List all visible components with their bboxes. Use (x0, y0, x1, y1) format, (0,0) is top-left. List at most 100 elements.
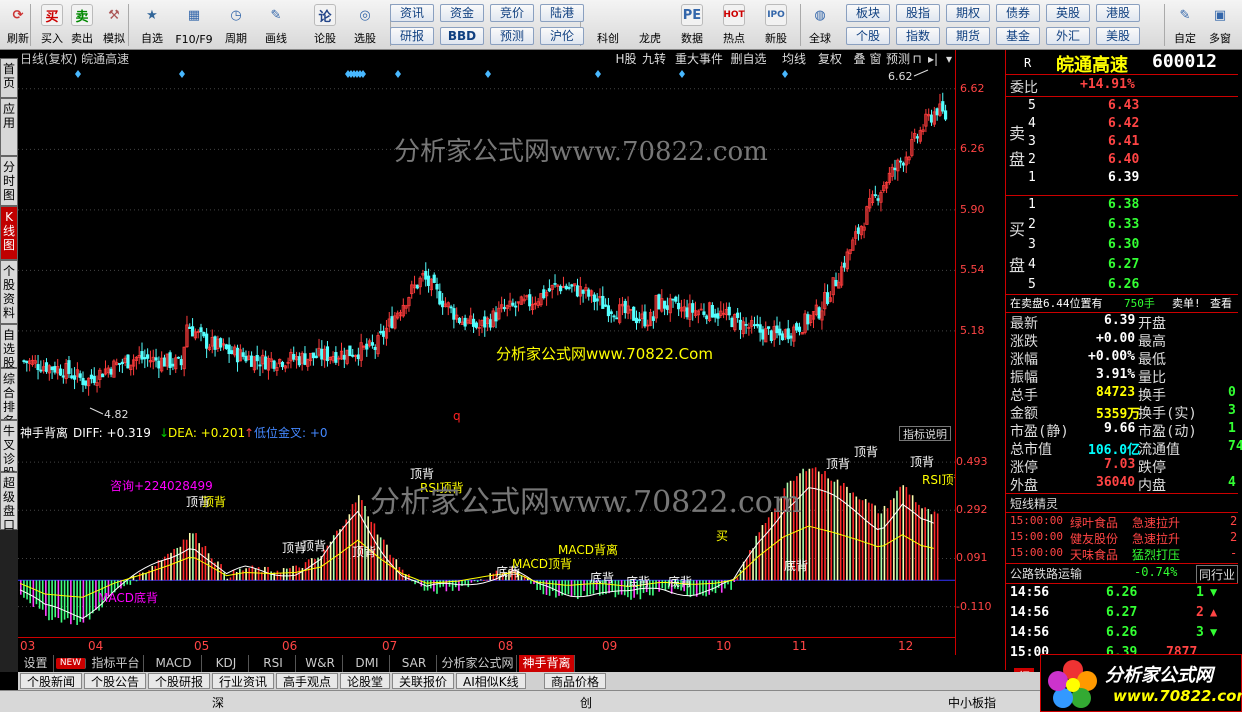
left-tab[interactable]: 首页 (0, 58, 18, 98)
menu-button[interactable]: 基金 (996, 27, 1040, 45)
indicator-help-button[interactable]: 指标说明 (899, 426, 951, 441)
indicator-tab[interactable]: DMI (345, 655, 390, 672)
toolbar-star-market-button[interactable]: 科创 (590, 2, 626, 48)
left-tab[interactable]: 应用 (0, 98, 18, 156)
indicator-tabs: 设置 NEW 指标平台 MACD KDJ RSI W&R DMI SAR 分析家公式网 神手背离 (18, 655, 955, 672)
macd-bar (896, 490, 898, 581)
left-tab[interactable]: K线图 (0, 206, 18, 260)
menu-button[interactable]: 研报 (390, 27, 434, 45)
star-market-icon (597, 4, 619, 26)
sell-level-num: 2 (1028, 152, 1036, 167)
menu-button[interactable]: 美股 (1096, 27, 1140, 45)
macd-bar (545, 580, 548, 595)
toolbar-data-button[interactable]: PE 数据 (674, 2, 710, 48)
toolbar-favorite-button[interactable]: ★ 自选 (134, 2, 170, 48)
indicator-name[interactable]: 神手背离 (20, 425, 68, 442)
indicator-chart[interactable]: 咨询+224028499顶背顶背顶背顶背 顶背顶背RSI顶背底背MACD底背MAC… (18, 442, 955, 637)
toolbar-sell-button[interactable]: 卖卖出 (64, 2, 100, 48)
chart-header-button[interactable]: 删自选 (726, 51, 771, 67)
toolbar-multi-window-button[interactable]: ▣ 多窗 (1202, 2, 1238, 48)
candle-body (727, 306, 731, 316)
left-tab[interactable]: 自选股 (0, 324, 18, 370)
menu-button[interactable]: 资讯 (390, 4, 434, 22)
order-notice-link[interactable]: 查看 (1210, 295, 1232, 311)
menu-button[interactable]: 债券 (996, 4, 1040, 22)
left-tab[interactable]: 个股资料 (0, 260, 18, 324)
chart-header-button[interactable]: 均线 (778, 51, 810, 67)
lock-icon[interactable]: ⊓ (910, 51, 924, 67)
toolbar-draw-button[interactable]: ✎ 画线 (258, 2, 294, 48)
toolbar-hotspot-button[interactable]: HOT 热点 (716, 2, 752, 48)
chart-header-button[interactable]: 复权 (814, 51, 846, 67)
toolbar-ipo-button[interactable]: IPO 新股 (758, 2, 794, 48)
menu-button[interactable]: 沪伦 (540, 27, 584, 45)
left-tab[interactable]: 综合排名 (0, 368, 18, 428)
menu-button[interactable]: 指数 (896, 27, 940, 45)
info-tab[interactable]: 行业资讯 (212, 673, 275, 689)
left-tab[interactable]: 牛叉诊股 (0, 420, 18, 480)
toolbar-discuss-button[interactable]: 论论股 (307, 2, 343, 48)
info-tab[interactable]: 商品价格 (544, 673, 607, 689)
info-tab[interactable]: 个股研报 (148, 673, 211, 689)
toolbar-custom-button[interactable]: ✎ 自定 (1168, 2, 1202, 48)
indicator-tab[interactable]: RSI (251, 655, 296, 672)
macd-bar (179, 546, 182, 581)
info-tab[interactable]: 论股堂 (340, 673, 391, 689)
simulate-icon: ⚒ (108, 7, 120, 23)
toolbar-f10-button[interactable]: ▦ F10/F9 (172, 2, 216, 48)
indicator-tab[interactable]: 神手背离 (519, 655, 575, 672)
stat-value-2: 3 (1228, 403, 1236, 418)
menu-button[interactable]: 外汇 (1046, 27, 1090, 45)
menu-button[interactable]: 期权 (946, 4, 990, 22)
menu-button[interactable]: 个股 (846, 27, 890, 45)
sell-level-price: 6.41 (1108, 134, 1140, 149)
divider (1006, 74, 1238, 75)
next-icon[interactable]: ▸| (926, 51, 940, 67)
r-badge: R (1024, 56, 1032, 70)
menu-button[interactable]: 预测 (490, 27, 534, 45)
cross-label: 低位金叉: +0 (254, 426, 328, 440)
info-tab[interactable]: 高手观点 (276, 673, 339, 689)
info-tab[interactable]: 个股新闻 (20, 673, 83, 689)
menu-button[interactable]: 资金 (440, 4, 484, 22)
menu-button[interactable]: 期货 (946, 27, 990, 45)
menu-button[interactable]: 英股 (1046, 4, 1090, 22)
macd-bar (476, 580, 479, 582)
indicator-tab[interactable]: 分析家公式网 (439, 655, 517, 672)
new-badge[interactable]: NEW (56, 658, 86, 669)
indicator-tab[interactable]: KDJ (204, 655, 249, 672)
macd-bar (583, 580, 585, 592)
toolbar-period-button[interactable]: ◷ 周期 (218, 2, 254, 48)
indicator-tab[interactable]: SAR (392, 655, 437, 672)
info-tab[interactable]: AI相似K线 (456, 673, 526, 689)
kline-chart[interactable]: 6.62 4.82 q 分析家公式网www.70822.com 分析家公式网www.70… (18, 68, 955, 424)
chart-header-button[interactable]: 九转 (638, 51, 670, 67)
macd-bar (176, 547, 179, 581)
menu-button[interactable]: 竞价 (490, 4, 534, 22)
stat-label: 涨幅 (1010, 352, 1038, 368)
menu-button[interactable]: 板块 (846, 4, 890, 22)
info-tab[interactable]: 关联报价 (392, 673, 455, 689)
industry-link-button[interactable]: 同行业 (1196, 565, 1239, 584)
dropdown-icon[interactable]: ▾ (942, 51, 956, 67)
toolbar-pick-button[interactable]: ◎ 选股 (347, 2, 383, 48)
indicator-tab[interactable]: MACD (146, 655, 202, 672)
macd-bar (702, 580, 704, 596)
left-tab[interactable]: 分时图 (0, 156, 18, 206)
indicator-tab[interactable]: W&R (298, 655, 343, 672)
menu-button[interactable]: BBD (440, 27, 484, 45)
chart-header-button[interactable]: 重大事件 (670, 51, 728, 67)
info-tab[interactable]: 个股公告 (84, 673, 147, 689)
menu-button[interactable]: 股指 (896, 4, 940, 22)
toolbar-simulate-button[interactable]: ⚒ 模拟 (96, 2, 132, 48)
macd-bar (289, 568, 291, 581)
short-extra: - (1230, 546, 1238, 560)
candle-body (244, 355, 248, 362)
toolbar-globe-button[interactable]: ◍ 全球 (802, 2, 838, 48)
indicator-tab[interactable]: 设置 (18, 655, 54, 672)
indicator-tab[interactable]: 指标平台 (88, 655, 144, 672)
left-tab[interactable]: 超级盘口 (0, 472, 18, 532)
menu-button[interactable]: 港股 (1096, 4, 1140, 22)
menu-button[interactable]: 陆港 (540, 4, 584, 22)
toolbar-dragon-tiger-button[interactable]: 龙虎 (632, 2, 668, 48)
